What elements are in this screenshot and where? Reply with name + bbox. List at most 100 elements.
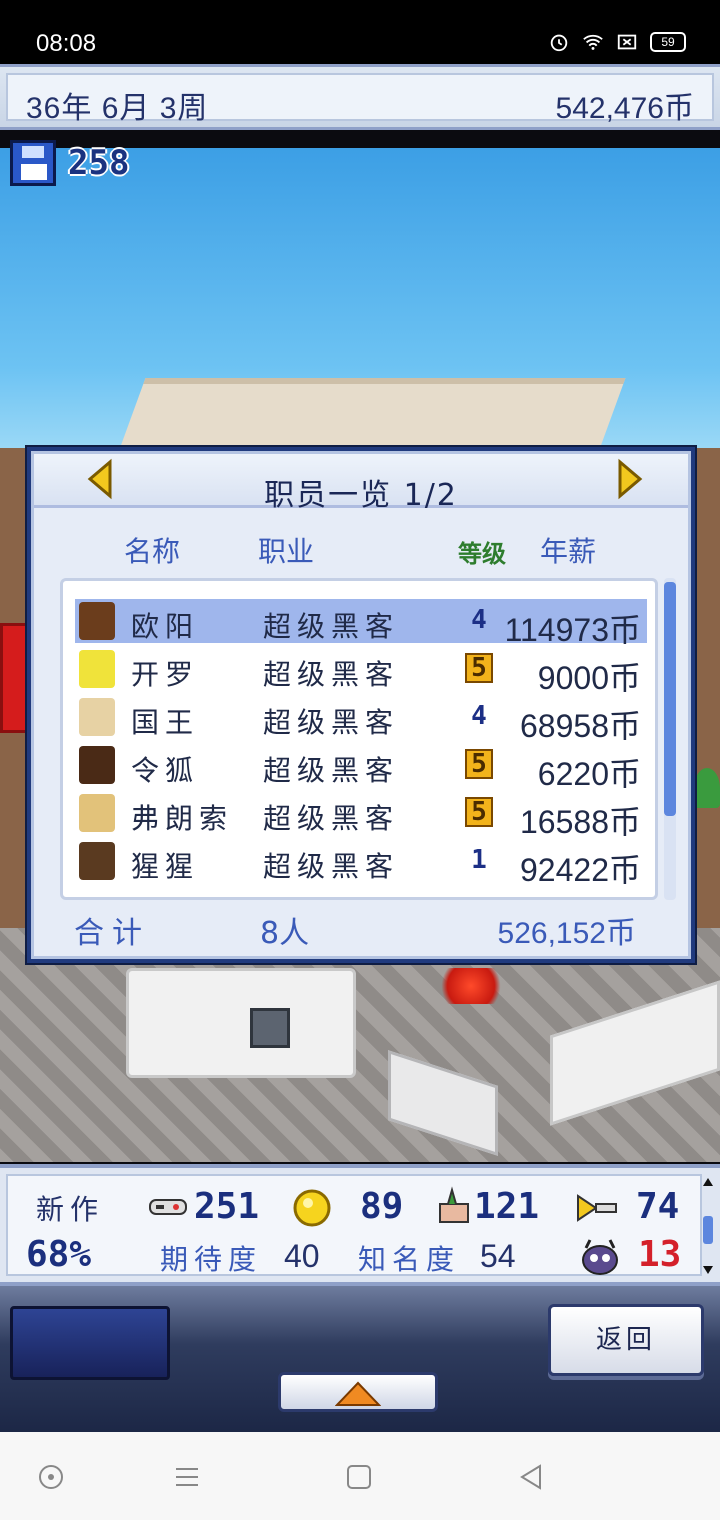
status-bar: 08:08 59 xyxy=(0,0,720,64)
total-staff-count: 8人 xyxy=(260,916,310,951)
scroll-thumb[interactable] xyxy=(664,582,676,816)
total-row: 合计 8人 526,152币 xyxy=(34,908,688,952)
back-nav-icon[interactable] xyxy=(516,1462,546,1492)
staff-job: 超级黑客 xyxy=(263,610,400,643)
header-level[interactable]: 等级 xyxy=(458,534,506,569)
total-label: 合计 xyxy=(74,916,150,951)
staff-name: 令狐 xyxy=(131,754,200,787)
staff-name: 猩猩 xyxy=(131,850,200,883)
staff-level-badge: 4 xyxy=(471,605,487,635)
fame-label: 知名度 xyxy=(358,1243,461,1276)
scroll-down-icon[interactable] xyxy=(702,1264,714,1276)
staff-name: 欧阳 xyxy=(131,610,200,643)
staff-row[interactable]: 开罗 超级黑客 5 9000币 xyxy=(75,647,647,696)
home-icon[interactable] xyxy=(344,1462,374,1492)
game-date: 36年 6月 3周 xyxy=(26,92,209,125)
menu-icon[interactable] xyxy=(172,1462,202,1492)
fan-value: 121 xyxy=(474,1186,540,1227)
stats-scroll-thumb[interactable] xyxy=(703,1216,713,1244)
bug-value: 74 xyxy=(636,1186,680,1227)
staff-avatar xyxy=(79,602,115,640)
progress-percent: 68% xyxy=(26,1234,92,1275)
top-info-bar: 36年 6月 3周 542,476币 xyxy=(0,64,720,130)
alarm-icon xyxy=(550,34,568,52)
staff-list-scrollbar[interactable] xyxy=(664,578,676,900)
clock: 08:08 xyxy=(36,30,97,57)
coin-value: 89 xyxy=(360,1186,404,1227)
controller-icon xyxy=(149,1199,187,1215)
save-counter[interactable]: 258 xyxy=(10,140,129,186)
potted-plant xyxy=(694,768,720,808)
staff-salary: 114973币 xyxy=(504,612,641,648)
staff-level-badge: 5 xyxy=(465,653,493,683)
arrow-up-icon xyxy=(335,1381,381,1406)
staff-salary: 68958币 xyxy=(520,708,641,744)
staff-avatar xyxy=(79,746,115,784)
expand-menu-button[interactable] xyxy=(278,1372,438,1412)
game-stats-panel[interactable]: 新作 68% 251 89 121 74 期待度 40 知名度 54 13 xyxy=(0,1164,720,1286)
stats-scrollbar[interactable] xyxy=(702,1176,714,1276)
office-desk xyxy=(126,968,356,1078)
controller-value: 251 xyxy=(194,1186,260,1227)
scroll-up-icon[interactable] xyxy=(702,1176,714,1188)
staff-list-dialog: 职员一览 1/2 名称 职业 等级 年薪 欧阳 超级黑客 4 114973币 开罗 超级黑… xyxy=(25,445,697,965)
fan-icon xyxy=(439,1186,469,1223)
assistant-icon[interactable] xyxy=(36,1462,66,1492)
floppy-disk-icon xyxy=(10,140,56,186)
staff-name: 开罗 xyxy=(131,658,200,691)
monster-icon xyxy=(582,1239,618,1275)
system-nav-bar xyxy=(0,1432,720,1520)
staff-level-badge: 4 xyxy=(471,701,487,731)
staff-avatar xyxy=(79,698,115,736)
sim-icon xyxy=(617,34,637,50)
staff-job: 超级黑客 xyxy=(263,802,400,835)
expect-value: 40 xyxy=(284,1238,320,1274)
staff-row[interactable]: 猩猩 超级黑客 1 92422币 xyxy=(75,839,647,888)
staff-level-badge: 5 xyxy=(465,749,493,779)
vending-machine xyxy=(0,623,28,733)
next-page-arrow-icon[interactable] xyxy=(608,458,648,500)
staff-name: 弗朗索 xyxy=(131,802,234,835)
dialog-body: 职员一览 1/2 名称 职业 等级 年薪 欧阳 超级黑客 4 114973币 开罗 超级黑… xyxy=(31,451,691,959)
staff-level-badge: 1 xyxy=(471,845,487,875)
status-icons: 59 xyxy=(548,31,686,53)
fire-effect xyxy=(436,968,506,1004)
bottom-controls: 返回 xyxy=(0,1286,720,1432)
header-job[interactable]: 职业 xyxy=(258,530,314,570)
staff-salary: 92422币 xyxy=(520,852,641,888)
coin-icon xyxy=(293,1189,331,1227)
dialog-title: 职员一览 1/2 xyxy=(264,478,458,513)
staff-name: 国王 xyxy=(131,706,200,739)
staff-list[interactable]: 欧阳 超级黑客 4 114973币 开罗 超级黑客 5 9000币 国王 超级黑客 4 68958币令… xyxy=(60,578,658,900)
staff-salary: 6220币 xyxy=(537,756,641,792)
staff-job: 超级黑客 xyxy=(263,850,400,883)
battery-indicator: 59 xyxy=(650,32,686,52)
monster-value: 13 xyxy=(638,1234,682,1275)
column-headers: 名称 职业 等级 年薪 xyxy=(34,530,688,570)
staff-row[interactable]: 国王 超级黑客 4 68958币 xyxy=(75,695,647,744)
top-info-panel: 36年 6月 3周 542,476币 xyxy=(6,73,714,125)
back-button[interactable]: 返回 xyxy=(548,1304,704,1376)
bug-icon xyxy=(577,1194,617,1222)
staff-avatar xyxy=(79,794,115,832)
staff-job: 超级黑客 xyxy=(263,706,400,739)
total-salary: 526,152币 xyxy=(497,917,636,950)
header-salary[interactable]: 年薪 xyxy=(540,530,596,570)
staff-salary: 9000币 xyxy=(537,660,641,696)
header-name[interactable]: 名称 xyxy=(124,530,180,570)
staff-salary: 16588币 xyxy=(520,804,641,840)
expect-label: 期待度 xyxy=(160,1243,263,1276)
staff-row[interactable]: 令狐 超级黑客 5 6220币 xyxy=(75,743,647,792)
staff-level-badge: 5 xyxy=(465,797,493,827)
stats-body: 新作 68% 251 89 121 74 期待度 40 知名度 54 13 xyxy=(6,1174,702,1276)
staff-row[interactable]: 欧阳 超级黑客 4 114973币 xyxy=(75,599,647,648)
staff-job: 超级黑客 xyxy=(263,658,400,691)
empty-slot-button[interactable] xyxy=(10,1306,170,1380)
dialog-header: 职员一览 1/2 xyxy=(34,454,688,513)
computer-monitor xyxy=(250,1008,290,1048)
staff-avatar xyxy=(79,650,115,688)
staff-row[interactable]: 弗朗索 超级黑客 5 16588币 xyxy=(75,791,647,840)
money-balance: 542,476币 xyxy=(555,92,694,125)
new-work-label: 新作 xyxy=(36,1193,105,1226)
staff-job: 超级黑客 xyxy=(263,754,400,787)
